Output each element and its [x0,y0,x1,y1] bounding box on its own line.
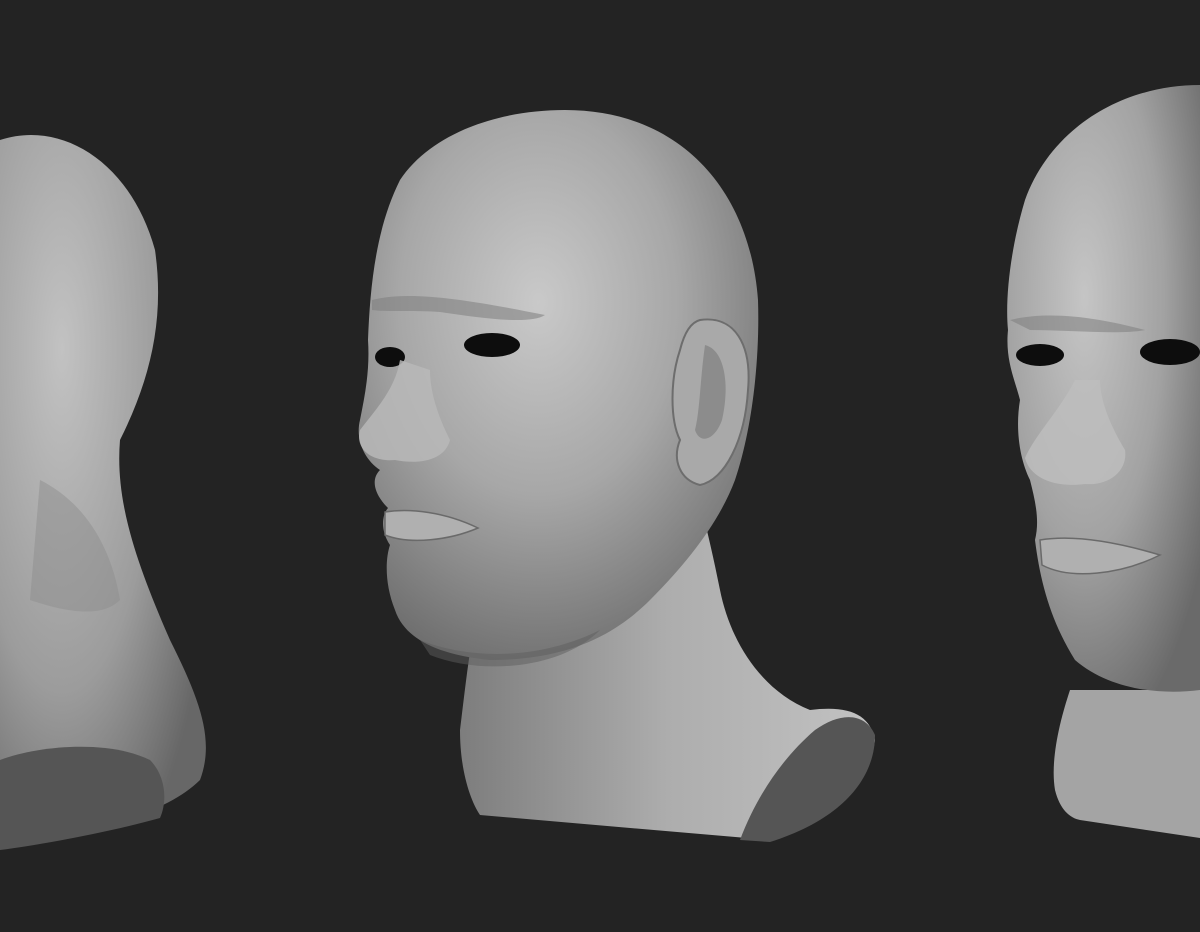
bust-left-body [0,134,206,849]
bust-right [1007,85,1200,838]
bust-right-head [1007,85,1200,692]
bust-center [358,110,875,842]
bust-left-cut [0,746,165,850]
bust-right-eye-left [1016,344,1064,366]
render-viewport [0,0,1200,932]
render-canvas [0,85,1200,850]
bust-center-eye-right [464,333,520,357]
bust-right-eye-right [1140,339,1200,365]
bust-left [0,134,206,850]
bust-right-neck [1053,690,1200,838]
